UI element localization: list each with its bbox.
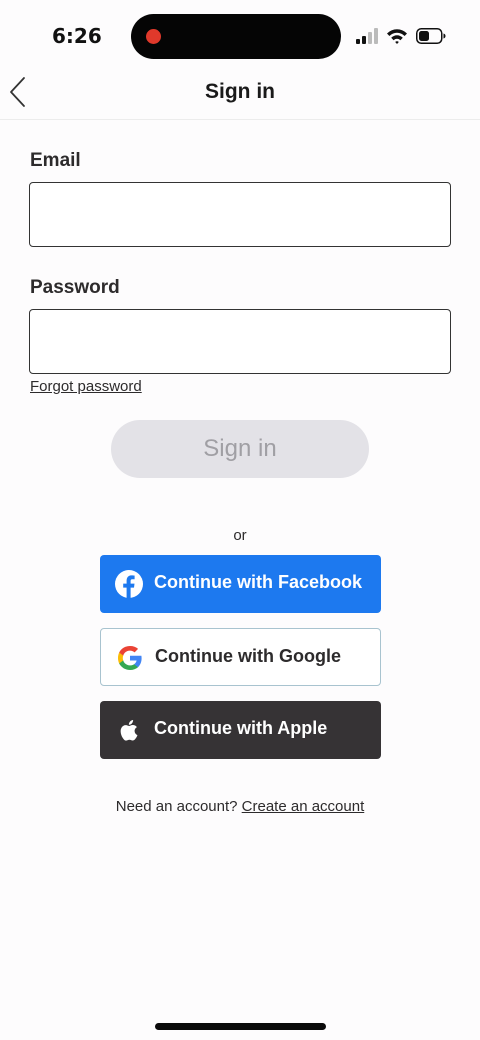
or-divider-text: or: [233, 527, 247, 544]
google-button-label: Continue with Google: [155, 646, 341, 666]
email-label: Email: [30, 150, 81, 171]
page-title: Sign in: [205, 80, 275, 103]
wifi-icon: [387, 29, 407, 44]
google-icon: [118, 646, 142, 670]
continue-with-facebook-button[interactable]: Continue with Facebook: [100, 555, 381, 613]
email-field[interactable]: [29, 182, 451, 247]
need-account-text: Need an account?: [115, 798, 238, 815]
continue-with-apple-button[interactable]: Continue with Apple: [100, 701, 381, 759]
recording-indicator: [146, 29, 161, 44]
create-account-link[interactable]: Create an account: [242, 798, 365, 815]
nav-bar: Sign in: [0, 72, 480, 120]
facebook-button-label: Continue with Facebook: [154, 572, 363, 592]
sign-in-button[interactable]: Sign in: [111, 420, 369, 478]
signal-icon: [356, 28, 378, 44]
status-time: 6:26: [52, 24, 102, 48]
apple-icon: [120, 720, 138, 741]
password-label: Password: [30, 277, 120, 298]
continue-with-google-button[interactable]: Continue with Google: [100, 628, 381, 686]
status-icons: [356, 26, 446, 46]
dynamic-island: [131, 14, 341, 59]
status-bar: 6:26: [0, 0, 480, 72]
home-indicator[interactable]: [155, 1023, 326, 1030]
facebook-icon: [115, 570, 143, 598]
need-account-line: Need an account? Create an account: [0, 798, 480, 815]
apple-button-label: Continue with Apple: [154, 718, 328, 738]
forgot-password-link[interactable]: Forgot password: [30, 378, 142, 395]
battery-icon: [416, 28, 446, 44]
password-field[interactable]: [29, 309, 451, 374]
